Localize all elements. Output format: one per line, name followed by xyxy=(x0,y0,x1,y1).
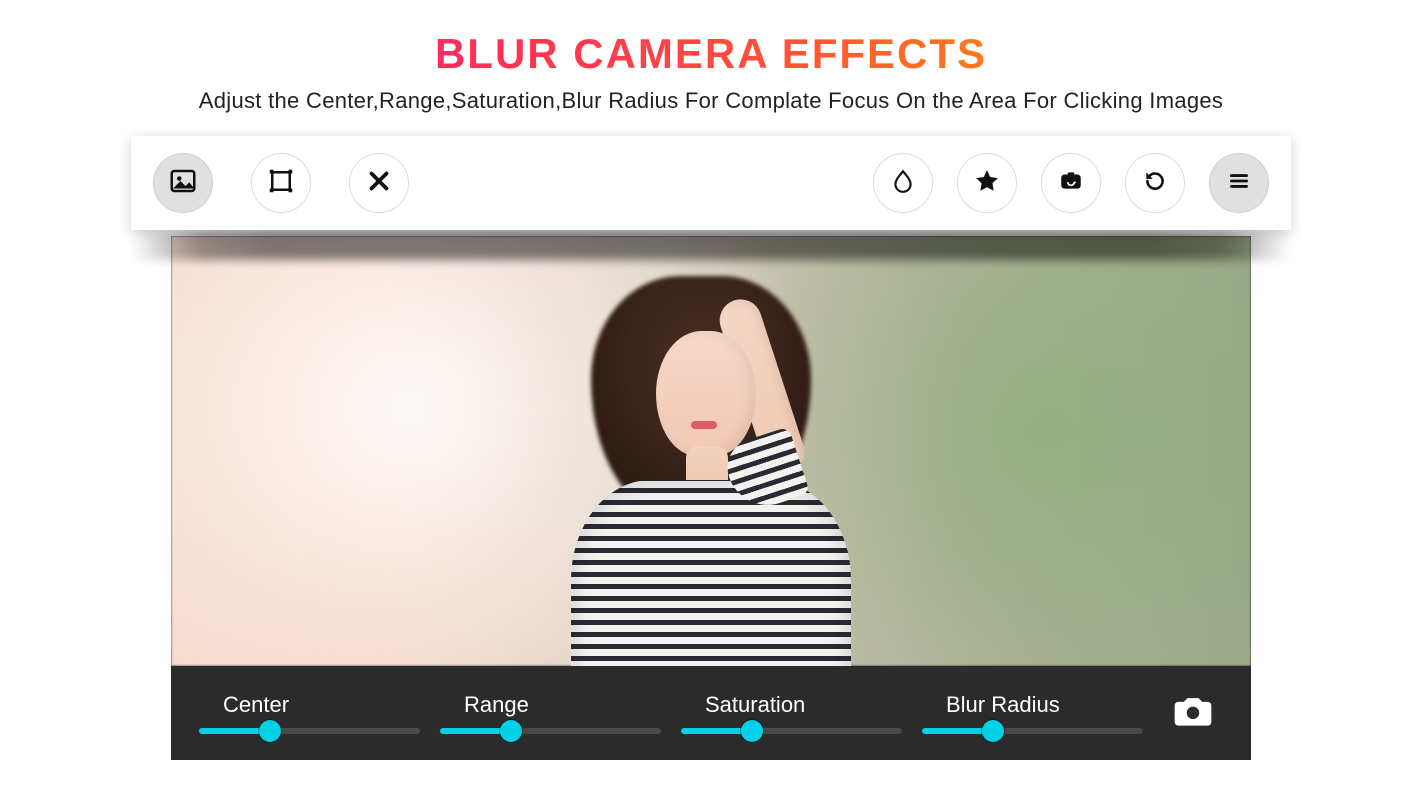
photo-background xyxy=(171,236,1251,666)
drop-button[interactable] xyxy=(873,153,933,213)
slider-center: Center xyxy=(199,692,420,734)
slider-track-range[interactable] xyxy=(440,728,661,734)
slider-track-center[interactable] xyxy=(199,728,420,734)
gallery-icon xyxy=(168,166,198,201)
refresh-icon xyxy=(1142,168,1168,199)
toolbar xyxy=(131,136,1291,230)
slider-track-blur-radius[interactable] xyxy=(922,728,1143,734)
crop-button[interactable] xyxy=(251,153,311,213)
slider-thumb[interactable] xyxy=(741,720,763,742)
slider-saturation: Saturation xyxy=(681,692,902,734)
drop-icon xyxy=(890,168,916,199)
page-subtitle: Adjust the Center,Range,Saturation,Blur … xyxy=(199,88,1223,114)
slider-label: Range xyxy=(464,692,661,718)
menu-icon xyxy=(1226,168,1252,199)
crop-icon xyxy=(266,166,296,201)
gallery-button[interactable] xyxy=(153,153,213,213)
star-button[interactable] xyxy=(957,153,1017,213)
slider-track-saturation[interactable] xyxy=(681,728,902,734)
camera-switch-icon xyxy=(1058,168,1084,199)
slider-thumb[interactable] xyxy=(259,720,281,742)
slider-label: Blur Radius xyxy=(946,692,1143,718)
slider-blur-radius: Blur Radius xyxy=(922,692,1143,734)
close-button[interactable] xyxy=(349,153,409,213)
star-icon xyxy=(974,168,1000,199)
capture-button[interactable] xyxy=(1163,689,1223,737)
page-title: BLUR CAMERA EFFECTS xyxy=(435,30,987,78)
photo-viewport[interactable] xyxy=(171,236,1251,666)
slider-bar: Center Range Saturation Blur Radius xyxy=(171,666,1251,760)
capture-icon xyxy=(1171,689,1215,738)
slider-label: Saturation xyxy=(705,692,902,718)
camera-switch-button[interactable] xyxy=(1041,153,1101,213)
slider-range: Range xyxy=(440,692,661,734)
slider-label: Center xyxy=(223,692,420,718)
close-icon xyxy=(364,166,394,201)
slider-thumb[interactable] xyxy=(982,720,1004,742)
slider-thumb[interactable] xyxy=(500,720,522,742)
menu-button[interactable] xyxy=(1209,153,1269,213)
refresh-button[interactable] xyxy=(1125,153,1185,213)
